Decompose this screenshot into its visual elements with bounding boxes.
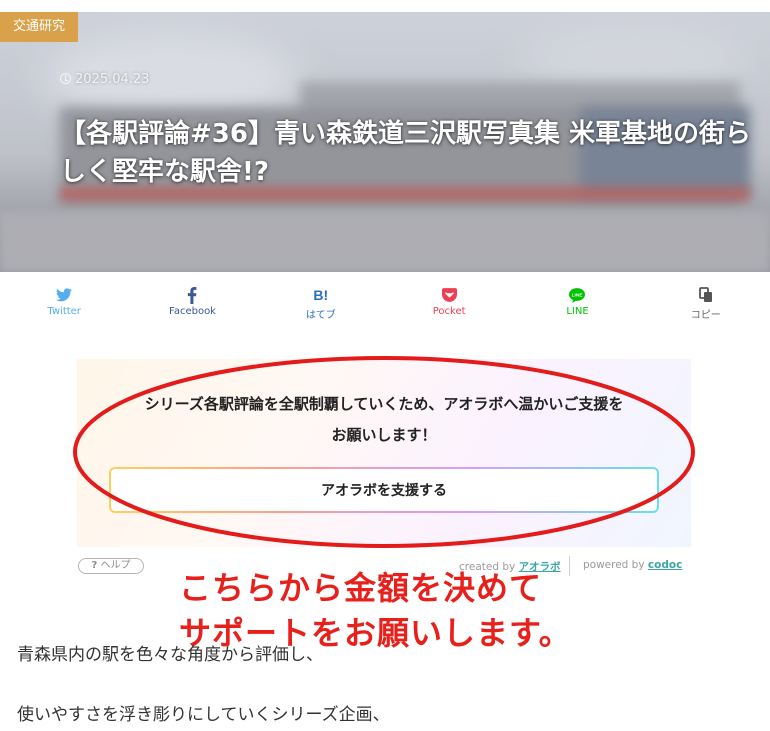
category-tag[interactable]: 交通研究 [0, 12, 79, 42]
body-paragraph-2: 使いやすさを浮き彫りにしていくシリーズ企画、 [17, 705, 390, 725]
share-twitter-button[interactable]: Twitter [0, 286, 128, 326]
support-message-line1: シリーズ各駅評論を全駅制覇していくため、アオラボへ温かいご支援を [144, 395, 624, 413]
support-message-line2: お願いします！ [331, 426, 437, 444]
share-facebook-label: Facebook [168, 306, 216, 317]
copy-icon [698, 287, 712, 302]
share-twitter-label: Twitter [47, 306, 81, 317]
share-bar: Twitter Facebook B! はてブ Pocket LINE LINE… [0, 286, 770, 326]
annotation-line1: こちらから金額を決めて [179, 569, 543, 607]
share-line-button[interactable]: LINE LINE [513, 286, 641, 326]
support-button[interactable]: アオラボを支援する [111, 469, 657, 511]
share-line-label: LINE [566, 306, 589, 317]
twitter-bird-icon [56, 288, 73, 302]
line-icon: LINE [569, 287, 586, 303]
post-date-text: 2025.04.23 [75, 72, 150, 87]
support-box: シリーズ各駅評論を全駅制覇していくため、アオラボへ温かいご支援を お願いします！… [77, 359, 691, 547]
share-hatena-button[interactable]: B! はてブ [257, 286, 385, 326]
share-copy-label: コピー [690, 310, 721, 321]
svg-text:LINE: LINE [572, 292, 583, 297]
support-button-border: アオラボを支援する [109, 467, 659, 513]
hatena-bookmark-icon: B! [313, 287, 329, 303]
share-copy-button[interactable]: コピー [642, 286, 770, 326]
share-hatena-label: はてブ [305, 310, 336, 321]
question-icon: ? [91, 560, 98, 571]
share-pocket-button[interactable]: Pocket [385, 286, 513, 326]
share-pocket-label: Pocket [432, 306, 466, 317]
help-button[interactable]: ? ヘルプ [78, 558, 144, 574]
body-paragraph-1: 青森県内の駅を色々な角度から評価し、 [17, 645, 323, 665]
article-title: 【各駅評論#36】青い森鉄道三沢駅写真集 米軍基地の街らしく堅牢な駅舎!? [60, 119, 752, 187]
credit-powered-link[interactable]: codoc [648, 559, 682, 571]
help-label: ヘルプ [100, 560, 131, 571]
pocket-icon [441, 288, 457, 302]
facebook-f-icon [188, 286, 197, 304]
support-message: シリーズ各駅評論を全駅制覇していくため、アオラボへ温かいご支援を お願いします！ [77, 389, 691, 451]
post-date: 2025.04.23 [60, 72, 149, 87]
clock-icon [60, 73, 71, 84]
share-facebook-button[interactable]: Facebook [128, 286, 256, 326]
